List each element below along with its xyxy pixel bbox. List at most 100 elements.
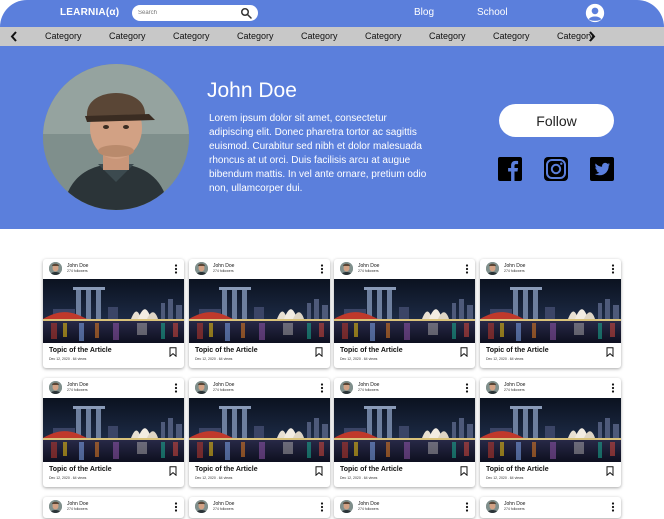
category-item[interactable]: Category xyxy=(109,31,146,41)
author-avatar[interactable] xyxy=(486,381,499,394)
article-card[interactable]: John Doe 274 followers xyxy=(480,378,621,487)
category-item[interactable]: Category xyxy=(301,31,338,41)
card-header: John Doe 274 followers xyxy=(334,259,475,279)
author-avatar[interactable] xyxy=(49,500,62,513)
article-card[interactable]: John Doe 274 followers xyxy=(43,378,184,487)
author-followers: 274 followers xyxy=(504,269,525,273)
article-card[interactable]: John Doe 274 followers xyxy=(43,259,184,368)
card-header: John Doe 274 followers xyxy=(334,378,475,398)
author-avatar[interactable] xyxy=(340,500,353,513)
more-vertical-icon[interactable] xyxy=(611,264,615,274)
article-thumbnail[interactable] xyxy=(43,398,184,462)
article-meta: Dec 12, 2020 . 64 views xyxy=(486,357,524,361)
article-thumbnail[interactable] xyxy=(43,279,184,343)
card-header: John Doe 274 followers xyxy=(189,497,330,517)
article-thumbnail[interactable] xyxy=(334,398,475,462)
bookmark-icon[interactable] xyxy=(606,347,614,357)
author-avatar[interactable] xyxy=(195,262,208,275)
article-meta: Dec 12, 2020 . 64 views xyxy=(195,476,233,480)
category-item[interactable]: Category xyxy=(237,31,274,41)
bookmark-icon[interactable] xyxy=(460,347,468,357)
twitter-icon[interactable] xyxy=(590,157,614,181)
chevron-left-icon[interactable] xyxy=(8,30,20,43)
author-followers: 274 followers xyxy=(358,388,379,392)
author-avatar[interactable] xyxy=(49,262,62,275)
article-card[interactable]: John Doe 274 followers xyxy=(189,378,330,487)
article-card[interactable]: John Doe 274 followers xyxy=(334,259,475,368)
category-item[interactable]: Category xyxy=(429,31,466,41)
category-item[interactable]: Category xyxy=(365,31,402,41)
author-followers: 274 followers xyxy=(358,507,379,511)
follow-button[interactable]: Follow xyxy=(499,104,614,137)
nav-link-blog[interactable]: Blog xyxy=(414,7,434,18)
chevron-right-icon[interactable] xyxy=(586,30,598,43)
bookmark-icon[interactable] xyxy=(460,466,468,476)
more-vertical-icon[interactable] xyxy=(320,502,324,512)
article-title[interactable]: Topic of the Article xyxy=(340,347,403,354)
author-avatar[interactable] xyxy=(340,381,353,394)
author-followers: 274 followers xyxy=(504,388,525,392)
more-vertical-icon[interactable] xyxy=(320,383,324,393)
profile-name: John Doe xyxy=(207,79,297,102)
author-avatar[interactable] xyxy=(486,262,499,275)
author-avatar[interactable] xyxy=(49,381,62,394)
article-title[interactable]: Topic of the Article xyxy=(340,466,403,473)
more-vertical-icon[interactable] xyxy=(465,502,469,512)
article-card[interactable]: John Doe 274 followers xyxy=(334,497,475,518)
category-item[interactable]: Category xyxy=(45,31,82,41)
article-title[interactable]: Topic of the Article xyxy=(49,347,112,354)
card-header: John Doe 274 followers xyxy=(480,259,621,279)
more-vertical-icon[interactable] xyxy=(174,383,178,393)
more-vertical-icon[interactable] xyxy=(465,383,469,393)
article-card[interactable]: John Doe 274 followers xyxy=(480,497,621,518)
user-circle-icon[interactable] xyxy=(585,3,605,23)
bookmark-icon[interactable] xyxy=(169,466,177,476)
article-title[interactable]: Topic of the Article xyxy=(486,466,549,473)
article-card[interactable]: John Doe 274 followers xyxy=(189,259,330,368)
bookmark-icon[interactable] xyxy=(606,466,614,476)
brand-logo[interactable]: LEARNIA(α) xyxy=(60,7,119,18)
author-avatar[interactable] xyxy=(340,262,353,275)
author-avatar[interactable] xyxy=(195,381,208,394)
more-vertical-icon[interactable] xyxy=(174,502,178,512)
more-vertical-icon[interactable] xyxy=(320,264,324,274)
article-thumbnail[interactable] xyxy=(334,279,475,343)
card-header: John Doe 274 followers xyxy=(480,378,621,398)
profile-bio: Lorem ipsum dolor sit amet, consectetur … xyxy=(209,113,427,194)
profile-avatar xyxy=(43,64,189,210)
search-icon[interactable] xyxy=(240,7,252,19)
article-card[interactable]: John Doe 274 followers xyxy=(480,259,621,368)
bookmark-icon[interactable] xyxy=(169,347,177,357)
author-avatar[interactable] xyxy=(195,500,208,513)
article-card[interactable]: John Doe 274 followers xyxy=(334,378,475,487)
bookmark-icon[interactable] xyxy=(315,347,323,357)
article-thumbnail[interactable] xyxy=(189,398,330,462)
article-meta: Dec 12, 2020 . 64 views xyxy=(340,476,378,480)
facebook-icon[interactable] xyxy=(498,157,522,181)
author-followers: 274 followers xyxy=(213,507,234,511)
article-card[interactable]: John Doe 274 followers xyxy=(43,497,184,518)
article-title[interactable]: Topic of the Article xyxy=(486,347,549,354)
search-input[interactable] xyxy=(138,7,234,19)
category-item[interactable]: Category xyxy=(173,31,210,41)
article-title[interactable]: Topic of the Article xyxy=(195,347,258,354)
search-bar[interactable] xyxy=(132,5,258,21)
author-followers: 274 followers xyxy=(504,507,525,511)
article-thumbnail[interactable] xyxy=(189,279,330,343)
card-header: John Doe 274 followers xyxy=(189,378,330,398)
article-title[interactable]: Topic of the Article xyxy=(195,466,258,473)
article-card[interactable]: John Doe 274 followers xyxy=(189,497,330,518)
article-title[interactable]: Topic of the Article xyxy=(49,466,112,473)
more-vertical-icon[interactable] xyxy=(611,383,615,393)
bookmark-icon[interactable] xyxy=(315,466,323,476)
more-vertical-icon[interactable] xyxy=(611,502,615,512)
more-vertical-icon[interactable] xyxy=(465,264,469,274)
category-item[interactable]: Category xyxy=(493,31,530,41)
author-avatar[interactable] xyxy=(486,500,499,513)
instagram-icon[interactable] xyxy=(544,157,568,181)
author-followers: 274 followers xyxy=(67,507,88,511)
nav-link-school[interactable]: School xyxy=(477,7,508,18)
article-thumbnail[interactable] xyxy=(480,398,621,462)
more-vertical-icon[interactable] xyxy=(174,264,178,274)
article-thumbnail[interactable] xyxy=(480,279,621,343)
